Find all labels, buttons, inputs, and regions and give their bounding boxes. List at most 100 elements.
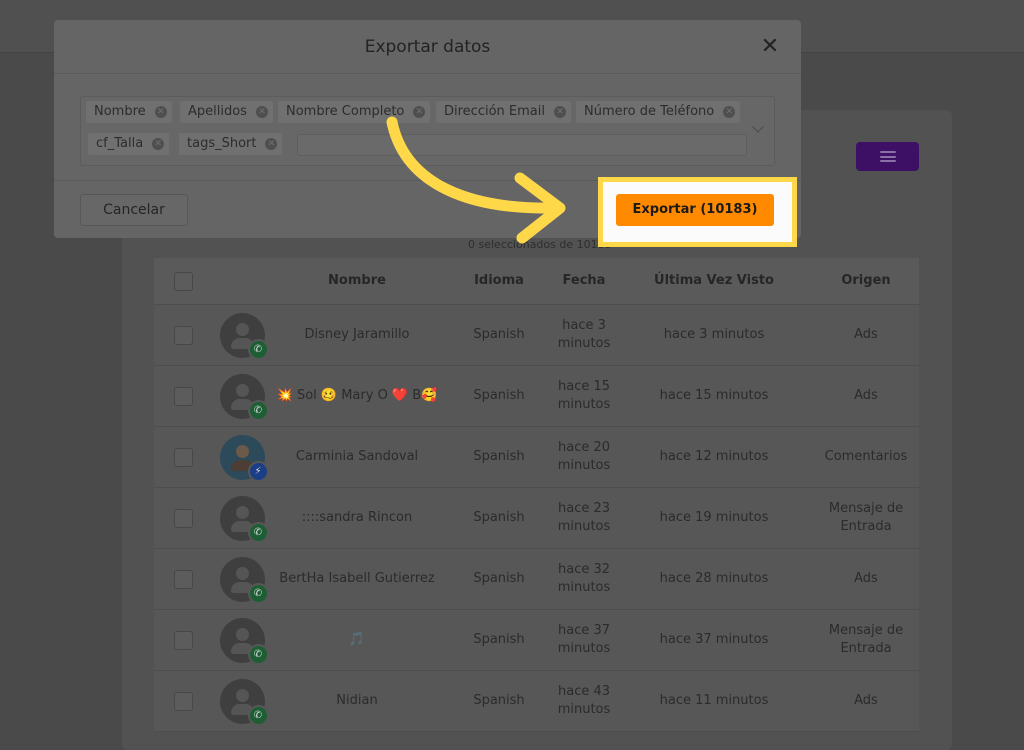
row-checkbox[interactable] <box>173 386 193 406</box>
avatar-cell: ⚡ <box>212 434 272 482</box>
avatar-cell: ✆ <box>212 556 272 604</box>
header-name[interactable]: Nombre <box>272 272 442 290</box>
row-checkbox[interactable] <box>173 325 193 345</box>
contact-name[interactable]: Disney Jaramillo <box>272 326 442 344</box>
table-row[interactable]: ✆::::sandra Rincon Spanish hace 23 minutos… <box>154 488 919 549</box>
field-tag: Nombre Completo ✕ <box>278 101 431 123</box>
contact-date: hace 15 minutos <box>557 379 611 412</box>
row-checkbox[interactable] <box>173 630 193 650</box>
field-tag: Apellidos ✕ <box>180 101 273 123</box>
table-row[interactable]: ✆ Nidian Spanish hace 43 minutos hace 11 min… <box>154 671 919 732</box>
row-checkbox[interactable] <box>173 508 193 528</box>
table-row[interactable]: ✆ 💥 Sol 🥴 Mary O ❤️ B🥰 Spanish hace 15 minu… <box>154 366 919 427</box>
whatsapp-icon: ✆ <box>247 521 269 543</box>
whatsapp-icon: ✆ <box>247 399 269 421</box>
remove-tag-icon[interactable]: ✕ <box>413 106 426 118</box>
table-row[interactable]: ✆ Disney Jaramillo Spanish hace 3 minutos ha… <box>154 305 919 366</box>
field-tag-label: Número de Teléfono <box>584 104 715 119</box>
select-all-checkbox[interactable] <box>173 271 193 291</box>
row-checkbox[interactable] <box>173 447 193 467</box>
field-tag: tags_Short ✕ <box>179 133 283 155</box>
selected-count: 0 seleccionados de 10183 <box>468 238 612 251</box>
remove-tag-icon[interactable]: ✕ <box>553 106 566 118</box>
row-checkbox-cell <box>154 447 212 467</box>
user-avatar-icon[interactable]: ✆ <box>219 556 269 604</box>
field-tag-label: Dirección Email <box>444 104 545 119</box>
avatar-cell: ✆ <box>212 373 272 421</box>
remove-tag-icon[interactable]: ✕ <box>265 138 278 150</box>
user-avatar-icon[interactable]: ⚡ <box>219 434 269 482</box>
row-checkbox[interactable] <box>173 691 193 711</box>
user-avatar-icon[interactable]: ✆ <box>219 678 269 726</box>
contact-date: hace 3 minutos <box>557 318 611 351</box>
row-checkbox[interactable] <box>173 569 193 589</box>
remove-tag-icon[interactable]: ✕ <box>154 106 167 118</box>
field-tag-label: Nombre <box>94 104 146 119</box>
field-tag: Nombre ✕ <box>86 101 172 123</box>
table-row[interactable]: ✆ BertHa Isabell Gutierrez Spanish hace 32 … <box>154 549 919 610</box>
contact-last-seen: hace 15 minutos <box>659 388 769 403</box>
contact-origin: Ads <box>854 693 878 708</box>
contact-language: Spanish <box>473 693 525 708</box>
avatar-cell: ✆ <box>212 678 272 726</box>
whatsapp-icon: ✆ <box>247 704 269 726</box>
user-avatar-icon[interactable]: ✆ <box>219 373 269 421</box>
close-icon[interactable]: ✕ <box>758 35 782 59</box>
whatsapp-icon: ✆ <box>247 338 269 360</box>
cancel-button[interactable]: Cancelar <box>80 194 188 226</box>
contact-language: Spanish <box>473 327 525 342</box>
contact-name[interactable]: Nidian <box>272 692 442 710</box>
contact-name[interactable]: 🎵 <box>272 631 442 649</box>
contact-date: hace 37 minutos <box>557 623 611 656</box>
modal-title: Exportar datos <box>364 37 491 57</box>
contact-language: Spanish <box>473 632 525 647</box>
user-avatar-icon[interactable]: ✆ <box>219 617 269 665</box>
contact-language: Spanish <box>473 388 525 403</box>
header-date[interactable]: Fecha <box>556 272 612 290</box>
contact-origin: Mensaje de Entrada <box>828 501 904 534</box>
contact-name[interactable]: ::::sandra Rincon <box>272 509 442 527</box>
chevron-down-icon[interactable] <box>752 121 764 133</box>
contact-last-seen: hace 11 minutos <box>659 693 769 708</box>
modal-header-divider <box>54 73 801 74</box>
select-all-cell <box>154 271 212 291</box>
menu-button[interactable] <box>856 142 919 171</box>
header-origin[interactable]: Origen <box>816 272 916 290</box>
contact-name[interactable]: 💥 Sol 🥴 Mary O ❤️ B🥰 <box>272 387 442 405</box>
contact-last-seen: hace 28 minutos <box>659 571 769 586</box>
contact-language: Spanish <box>473 449 525 464</box>
user-avatar-icon[interactable]: ✆ <box>219 312 269 360</box>
contact-name[interactable]: BertHa Isabell Gutierrez <box>272 570 442 588</box>
fields-search-input[interactable] <box>297 134 747 156</box>
table-body: ✆ Disney Jaramillo Spanish hace 3 minutos ha… <box>154 305 919 732</box>
contact-date: hace 23 minutos <box>557 501 611 534</box>
remove-tag-icon[interactable]: ✕ <box>723 106 736 118</box>
header-last-seen[interactable]: Última Vez Visto <box>612 272 816 290</box>
contact-date: hace 20 minutos <box>557 440 611 473</box>
whatsapp-icon: ✆ <box>247 643 269 665</box>
remove-tag-icon[interactable]: ✕ <box>152 138 165 150</box>
fields-multiselect[interactable]: Nombre ✕ Apellidos ✕ Nombre Completo ✕ Direcci… <box>80 96 775 166</box>
field-tag-label: cf_Talla <box>96 136 144 151</box>
avatar-cell: ✆ <box>212 312 272 360</box>
remove-tag-icon[interactable]: ✕ <box>255 106 268 118</box>
user-avatar-icon[interactable]: ✆ <box>219 495 269 543</box>
export-button[interactable]: Exportar (10183) <box>616 194 774 226</box>
field-tag-label: Apellidos <box>188 104 247 119</box>
row-checkbox-cell <box>154 691 212 711</box>
field-tag: Número de Teléfono ✕ <box>576 101 741 123</box>
row-checkbox-cell <box>154 508 212 528</box>
table-row[interactable]: ⚡ Carminia Sandoval Spanish hace 20 minutos… <box>154 427 919 488</box>
hamburger-menu-icon <box>879 151 896 162</box>
contact-last-seen: hace 19 minutos <box>659 510 769 525</box>
row-checkbox-cell <box>154 630 212 650</box>
contact-language: Spanish <box>473 571 525 586</box>
messenger-icon: ⚡ <box>247 460 269 482</box>
contact-name[interactable]: Carminia Sandoval <box>272 448 442 466</box>
table-row[interactable]: ✆ 🎵 Spanish hace 37 minutos hace 37 minutos M… <box>154 610 919 671</box>
field-tag-label: Nombre Completo <box>286 104 405 119</box>
header-language[interactable]: Idioma <box>442 272 556 290</box>
contact-last-seen: hace 37 minutos <box>659 632 769 647</box>
whatsapp-icon: ✆ <box>247 582 269 604</box>
field-tag: Dirección Email ✕ <box>436 101 571 123</box>
